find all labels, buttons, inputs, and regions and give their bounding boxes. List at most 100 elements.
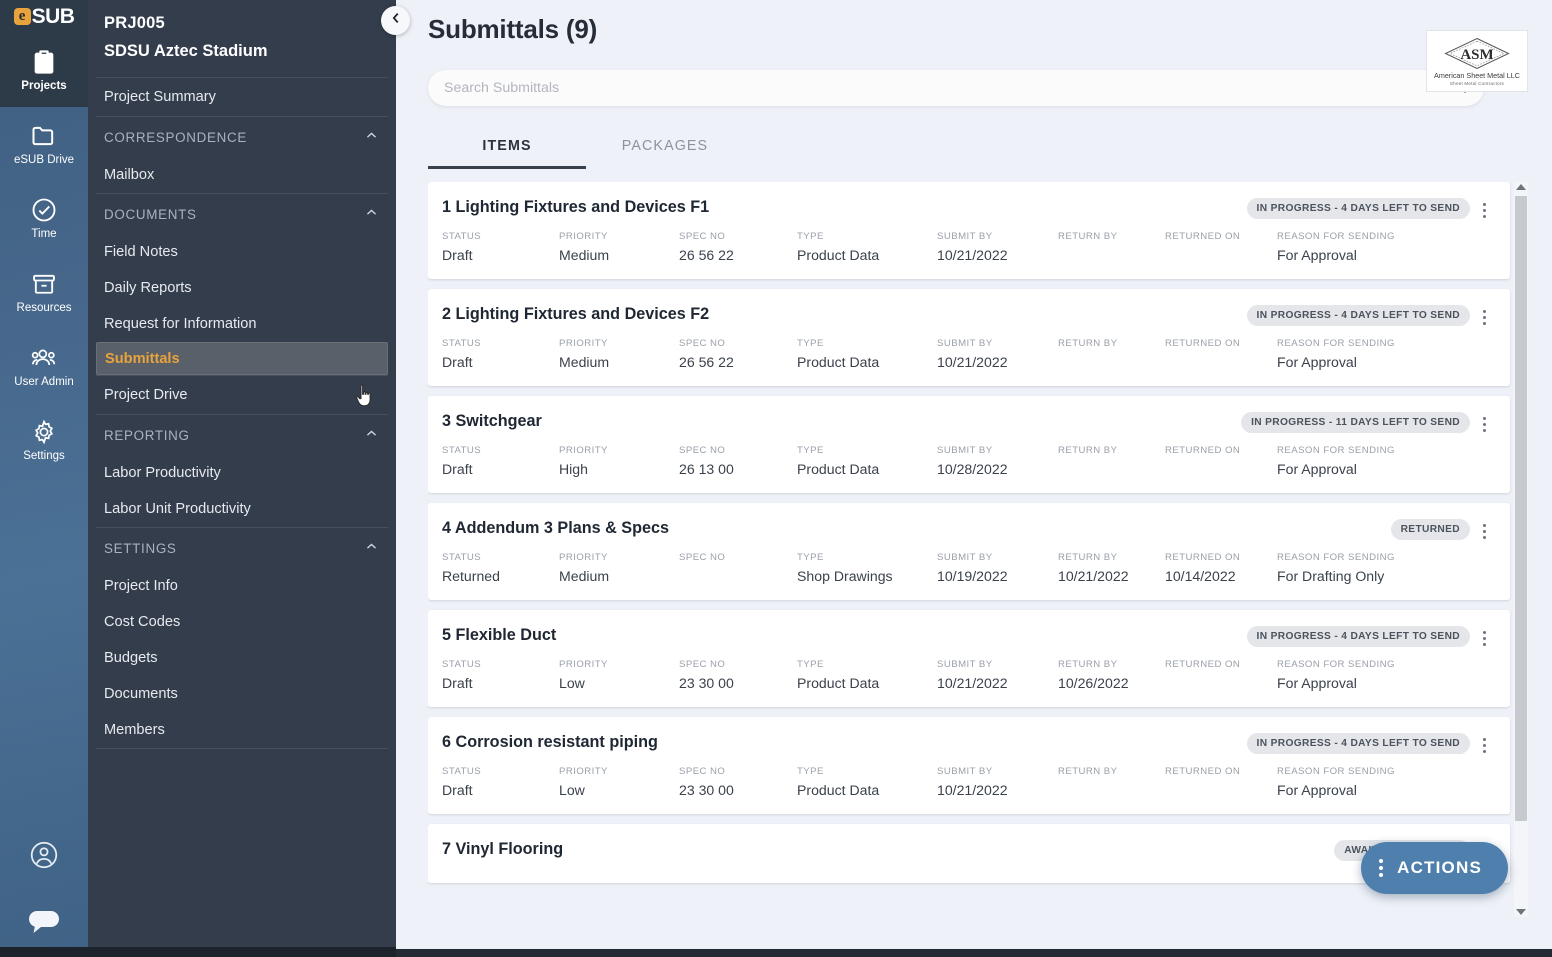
submittal-fields: STATUS Draft PRIORITY Medium SPEC NO 26 56 22… — [442, 231, 1492, 265]
field-submit-by: SUBMIT BY 10/21/2022 — [937, 766, 1058, 800]
field-priority: PRIORITY Medium — [559, 338, 679, 372]
chevron-up-icon — [365, 427, 378, 443]
field-return-by: RETURN BY 10/21/2022 — [1058, 552, 1165, 586]
field-label-spec-no: SPEC NO — [679, 338, 726, 349]
company-tagline: Sheet Metal Contractors — [1449, 80, 1505, 86]
rail-item-resources[interactable]: Resources — [0, 255, 88, 329]
field-return-by: RETURN BY — [1058, 766, 1165, 800]
scrollbar-thumb[interactable] — [1515, 196, 1527, 821]
nav-group-correspondence[interactable]: CORRESPONDENCE — [88, 117, 396, 157]
field-label-priority: PRIORITY — [559, 552, 608, 563]
field-label-spec-no: SPEC NO — [679, 552, 726, 563]
rail-label-esub-drive: eSUB Drive — [13, 154, 75, 166]
rail-item-settings[interactable]: Settings — [0, 403, 88, 477]
submittals-list[interactable]: 1 Lighting Fixtures and Devices F1 IN PRO… — [428, 182, 1528, 917]
nav-item-project-info[interactable]: Project Info — [88, 568, 396, 604]
field-label-type: TYPE — [797, 445, 824, 456]
scroll-up-arrow-icon[interactable] — [1516, 184, 1526, 190]
submittal-fields: STATUS Draft PRIORITY Low SPEC NO 23 30 00 TYP… — [442, 659, 1492, 693]
nav-item-budgets[interactable]: Budgets — [88, 640, 396, 676]
row-menu-kebab-icon[interactable] — [1476, 627, 1492, 646]
field-label-returned-on: RETURNED ON — [1165, 445, 1241, 456]
field-label-type: TYPE — [797, 338, 824, 349]
svg-text:ASM: ASM — [1460, 47, 1493, 63]
row-menu-kebab-icon[interactable] — [1476, 520, 1492, 539]
chat-bubble-icon[interactable] — [27, 910, 61, 941]
field-value-submit-by: 10/21/2022 — [937, 782, 1008, 798]
row-menu-kebab-icon[interactable] — [1476, 413, 1492, 432]
submittal-title[interactable]: 6 Corrosion resistant piping — [442, 733, 658, 752]
tab-items[interactable]: ITEMS — [428, 128, 586, 169]
field-return-by: RETURN BY — [1058, 231, 1165, 265]
field-value-return-by — [1058, 354, 1165, 372]
field-type: TYPE Product Data — [797, 445, 937, 479]
field-value-returned-on — [1165, 782, 1277, 800]
nav-item-request-for-information[interactable]: Request for Information — [88, 306, 396, 342]
submittal-card[interactable]: 6 Corrosion resistant piping IN PROGRESS … — [428, 717, 1510, 814]
rail-bottom-group — [0, 839, 88, 941]
nav-item-documents[interactable]: Documents — [88, 676, 396, 712]
field-value-priority: Medium — [559, 354, 610, 370]
tab-packages[interactable]: PACKAGES — [586, 128, 744, 169]
nav-item-project-summary[interactable]: Project Summary — [88, 78, 396, 116]
nav-group-reporting[interactable]: REPORTING — [88, 415, 396, 455]
submittal-title[interactable]: 5 Flexible Duct — [442, 626, 556, 645]
collapse-sidebar-button[interactable] — [381, 6, 410, 35]
submittal-card[interactable]: 1 Lighting Fixtures and Devices F1 IN PRO… — [428, 182, 1510, 279]
field-label-spec-no: SPEC NO — [679, 445, 726, 456]
nav-item-cost-codes[interactable]: Cost Codes — [88, 604, 396, 640]
submittal-card[interactable]: 5 Flexible Duct IN PROGRESS - 4 DAYS LEFT… — [428, 610, 1510, 707]
nav-group-documents[interactable]: DOCUMENTS — [88, 194, 396, 234]
nav-item-labor-productivity[interactable]: Labor Productivity — [88, 455, 396, 491]
field-value-priority: Medium — [559, 247, 610, 263]
submittal-title[interactable]: 7 Vinyl Flooring — [442, 840, 563, 859]
rail-item-time[interactable]: Time — [0, 181, 88, 255]
field-value-status: Draft — [442, 354, 473, 370]
submittal-title[interactable]: 3 Switchgear — [442, 412, 542, 431]
rail-item-projects[interactable]: Projects — [0, 33, 88, 107]
field-returned-on: RETURNED ON — [1165, 338, 1277, 372]
field-label-returned-on: RETURNED ON — [1165, 552, 1241, 563]
submittal-title[interactable]: 2 Lighting Fixtures and Devices F2 — [442, 305, 709, 324]
rail-item-esub-drive[interactable]: eSUB Drive — [0, 107, 88, 181]
submittal-title[interactable]: 1 Lighting Fixtures and Devices F1 — [442, 198, 709, 217]
search-input[interactable] — [444, 80, 1449, 96]
nav-item-field-notes[interactable]: Field Notes — [88, 234, 396, 270]
submittal-card[interactable]: 7 Vinyl FlooringAWAITING RESPONSE — [428, 824, 1510, 883]
field-type: TYPE Product Data — [797, 231, 937, 265]
nav-item-submittals[interactable]: Submittals — [96, 342, 388, 375]
nav-group-settings[interactable]: SETTINGS — [88, 528, 396, 568]
nav-item-daily-reports[interactable]: Daily Reports — [88, 270, 396, 306]
scroll-down-arrow-icon[interactable] — [1516, 909, 1526, 915]
field-label-reason: REASON FOR SENDING — [1277, 338, 1395, 349]
submittal-card[interactable]: 4 Addendum 3 Plans & Specs RETURNED STATUS… — [428, 503, 1510, 600]
field-value-priority: Low — [559, 782, 585, 798]
rail-label-time: Time — [31, 228, 57, 240]
account-circle-icon[interactable] — [28, 839, 60, 876]
esub-logo[interactable]: e SUB — [0, 0, 88, 33]
nav-item-labor-unit-productivity[interactable]: Labor Unit Productivity — [88, 491, 396, 527]
search-bar[interactable] — [428, 70, 1484, 106]
field-label-status: STATUS — [442, 766, 482, 777]
row-menu-kebab-icon[interactable] — [1476, 199, 1492, 218]
field-value-priority: Low — [559, 675, 585, 691]
row-menu-kebab-icon[interactable] — [1476, 306, 1492, 325]
field-value-spec-no: 26 13 00 — [679, 461, 734, 477]
submittal-card[interactable]: 3 Switchgear IN PROGRESS - 11 DAYS LEFT T… — [428, 396, 1510, 493]
rail-item-user-admin[interactable]: User Admin — [0, 329, 88, 403]
row-menu-kebab-icon[interactable] — [1476, 734, 1492, 753]
submittal-title[interactable]: 4 Addendum 3 Plans & Specs — [442, 519, 669, 538]
vertical-dots-icon — [1379, 859, 1384, 877]
list-scrollbar[interactable] — [1514, 182, 1528, 917]
submittal-fields: STATUS Draft PRIORITY Medium SPEC NO 26 56 22… — [442, 338, 1492, 372]
nav-group-label-reporting: REPORTING — [104, 427, 190, 443]
field-priority: PRIORITY Medium — [559, 231, 679, 265]
actions-fab-button[interactable]: ACTIONS — [1361, 842, 1508, 894]
submittal-card[interactable]: 2 Lighting Fixtures and Devices F2 IN PRO… — [428, 289, 1510, 386]
field-value-type: Product Data — [797, 461, 880, 477]
nav-item-mailbox[interactable]: Mailbox — [88, 157, 396, 193]
field-label-submit-by: SUBMIT BY — [937, 766, 993, 777]
nav-item-members[interactable]: Members — [88, 712, 396, 748]
nav-item-project-drive[interactable]: Project Drive — [88, 376, 396, 414]
submittal-card-header: 4 Addendum 3 Plans & Specs RETURNED — [442, 519, 1492, 540]
